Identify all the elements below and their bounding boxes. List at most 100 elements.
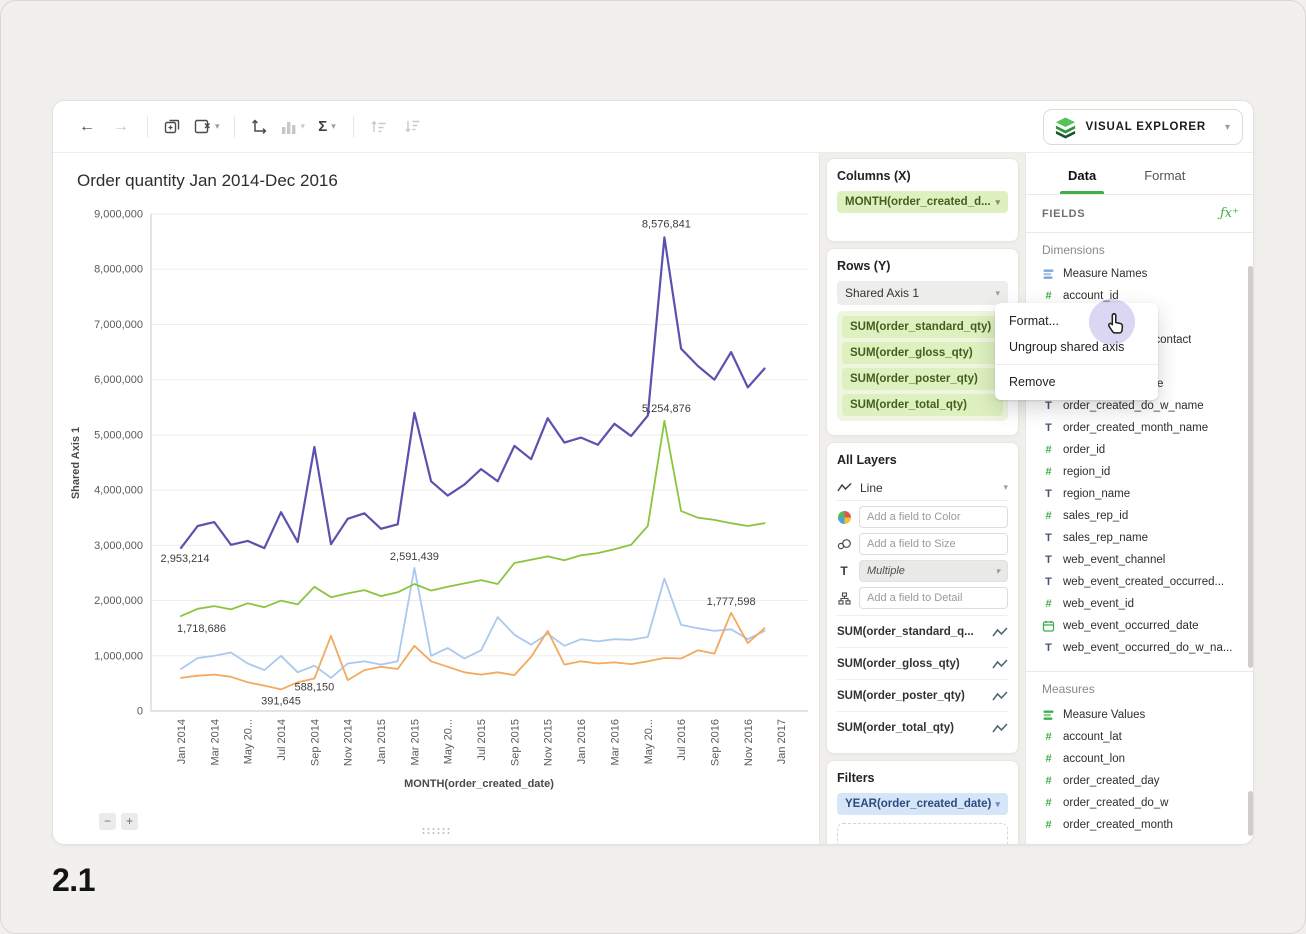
series-line-SUM(order_gloss_qty)[interactable]: [181, 568, 765, 678]
field-item[interactable]: Tsales_rep_name: [1042, 527, 1239, 549]
tab-data[interactable]: Data: [1068, 168, 1096, 194]
x-tick-label: Mar 2016: [609, 719, 621, 765]
swap-axes-button[interactable]: [247, 112, 271, 142]
shared-axis-dropdown[interactable]: Shared Axis 1 ▾: [837, 281, 1008, 305]
field-item[interactable]: #account_lon: [1042, 748, 1239, 770]
x-tick-label: Sep 2016: [709, 719, 721, 766]
field-item[interactable]: Tweb_event_created_occurred...: [1042, 571, 1239, 593]
zoom-controls: − +: [99, 813, 138, 830]
chart-panel: Order quantity Jan 2014-Dec 2016 01,000,…: [53, 153, 819, 845]
field-item[interactable]: #order_id: [1042, 439, 1239, 461]
field-item[interactable]: Measure Names: [1042, 263, 1239, 285]
filter-drop-target[interactable]: [837, 823, 1008, 845]
chart-type-dropdown[interactable]: Line ▾: [837, 475, 1008, 501]
x-tick-label: Sep 2014: [309, 719, 321, 766]
layer-measure-row[interactable]: SUM(order_standard_q...: [837, 615, 1008, 647]
filter-pill[interactable]: YEAR(order_created_date) ▾: [837, 793, 1008, 815]
chevron-down-icon: ▾: [331, 121, 336, 132]
field-item[interactable]: #order_created_month: [1042, 814, 1239, 836]
columns-pill[interactable]: MONTH(order_created_d... ▾: [837, 191, 1008, 213]
remove-chart-button[interactable]: ▾: [194, 112, 220, 142]
toolbar-divider: [353, 116, 354, 138]
layer-measure-label: SUM(order_total_qty): [837, 722, 954, 734]
layer-measure-row[interactable]: SUM(order_gloss_qty): [837, 647, 1008, 679]
field-item[interactable]: #sales_rep_id: [1042, 505, 1239, 527]
duplicate-chart-button[interactable]: [160, 112, 184, 142]
measures-list: Measure Values#account_lat#account_lon#o…: [1042, 704, 1239, 836]
all-layers-title: All Layers: [837, 453, 1008, 467]
rows-pill[interactable]: SUM(order_total_qty): [842, 394, 1003, 416]
field-item[interactable]: #order_created_do_w: [1042, 792, 1239, 814]
sort-ascending-button[interactable]: [366, 112, 390, 142]
rows-shelf: Rows (Y) Shared Axis 1 ▾ SUM(order_stand…: [826, 248, 1019, 436]
y-tick-label: 1,000,000: [94, 650, 143, 662]
resize-handle[interactable]: [421, 827, 451, 835]
field-item[interactable]: web_event_occurred_date: [1042, 615, 1239, 637]
layer-measure-label: SUM(order_standard_q...: [837, 626, 974, 638]
scrollbar-thumb[interactable]: [1248, 266, 1253, 668]
rows-pill[interactable]: SUM(order_gloss_qty): [842, 342, 1003, 364]
columns-pill-label: MONTH(order_created_d...: [845, 196, 991, 208]
visual-explorer-button[interactable]: VISUAL EXPLORER ▾: [1043, 109, 1243, 145]
add-calculated-field-icon[interactable]: ƒx⁺: [1220, 206, 1239, 221]
text-icon: T: [837, 564, 851, 578]
chevron-down-icon[interactable]: ▾: [995, 566, 1000, 577]
size-drop-target[interactable]: Add a field to Size: [859, 533, 1008, 555]
field-item[interactable]: #web_event_id: [1042, 593, 1239, 615]
text-drop-target[interactable]: Multiple ▾: [859, 560, 1008, 582]
chevron-down-icon[interactable]: ▾: [1003, 482, 1008, 493]
chevron-down-icon[interactable]: ▾: [995, 799, 1000, 810]
tab-format[interactable]: Format: [1144, 168, 1185, 194]
series-line-SUM(order_poster_qty)[interactable]: [181, 613, 765, 690]
line-chart[interactable]: 01,000,0002,000,0003,000,0004,000,0005,0…: [53, 153, 819, 845]
rows-pill[interactable]: SUM(order_standard_qty): [842, 316, 1003, 338]
series-line-SUM(order_standard_qty)[interactable]: [181, 421, 765, 616]
field-item[interactable]: Tweb_event_channel: [1042, 549, 1239, 571]
menu-item-ungroup-shared-axis[interactable]: Ungroup shared axis: [995, 334, 1158, 360]
series-line-SUM(order_total_qty)[interactable]: [181, 237, 765, 548]
menu-item-remove[interactable]: Remove: [995, 369, 1158, 395]
aggregate-button[interactable]: Σ ▾: [315, 112, 339, 142]
text-field-icon: T: [1042, 642, 1055, 654]
x-tick-label: May 20...: [443, 719, 455, 764]
back-button[interactable]: ←: [75, 112, 99, 142]
layer-measure-row[interactable]: SUM(order_poster_qty): [837, 679, 1008, 711]
scrollbar-thumb[interactable]: [1248, 791, 1253, 836]
y-tick-label: 0: [137, 706, 143, 718]
number-field-icon: #: [1042, 598, 1055, 610]
detail-drop-target[interactable]: Add a field to Detail: [859, 587, 1008, 609]
field-item[interactable]: Measure Values: [1042, 704, 1239, 726]
chevron-down-icon[interactable]: ▾: [995, 197, 1000, 208]
chevron-down-icon[interactable]: ▾: [995, 288, 1000, 299]
rows-pill[interactable]: SUM(order_poster_qty): [842, 368, 1003, 390]
number-field-icon: #: [1042, 775, 1055, 787]
sort-descending-button[interactable]: [400, 112, 424, 142]
all-layers-panel: All Layers Line ▾ Add a field to Color A…: [826, 442, 1019, 754]
visual-explorer-label: VISUAL EXPLORER: [1086, 121, 1206, 133]
x-tick-label: Nov 2014: [343, 719, 355, 766]
field-label: web_event_occurred_do_w_na...: [1063, 642, 1232, 654]
layer-measure-row[interactable]: SUM(order_total_qty): [837, 711, 1008, 743]
forward-button[interactable]: →: [109, 112, 133, 142]
field-item[interactable]: #region_id: [1042, 461, 1239, 483]
color-drop-target[interactable]: Add a field to Color: [859, 506, 1008, 528]
toolbar-divider: [147, 116, 148, 138]
zoom-out-button[interactable]: −: [99, 813, 116, 830]
columns-shelf-title: Columns (X): [837, 169, 1008, 183]
x-tick-label: Jan 2014: [176, 719, 188, 764]
color-field-row: Add a field to Color: [837, 506, 1008, 528]
remove-chart-icon: [194, 118, 211, 135]
chart-type-button[interactable]: ▾: [281, 112, 306, 142]
zoom-in-button[interactable]: +: [121, 813, 138, 830]
field-label: sales_rep_id: [1063, 510, 1128, 522]
text-field-icon: T: [1042, 554, 1055, 566]
field-item[interactable]: #account_lat: [1042, 726, 1239, 748]
filters-title: Filters: [837, 771, 1008, 785]
field-item[interactable]: Torder_created_month_name: [1042, 417, 1239, 439]
field-item[interactable]: Tregion_name: [1042, 483, 1239, 505]
text-field-icon: T: [1042, 422, 1055, 434]
field-item[interactable]: Tweb_event_occurred_do_w_na...: [1042, 637, 1239, 659]
field-label: region_id: [1063, 466, 1110, 478]
shared-axis-label: Shared Axis 1: [845, 286, 919, 300]
field-item[interactable]: #order_created_day: [1042, 770, 1239, 792]
